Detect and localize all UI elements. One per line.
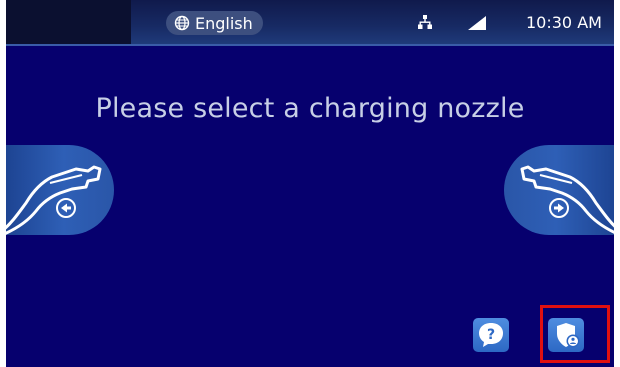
cellular-signal-icon: [468, 15, 486, 34]
status-bar: English 10:30 AM: [6, 0, 614, 46]
arrow-right-circle-icon: [549, 198, 569, 218]
admin-button[interactable]: [548, 318, 584, 352]
network-icon: [418, 14, 432, 33]
arrow-left-circle-icon: [56, 198, 76, 218]
question-icon: ?: [479, 323, 503, 347]
clock: 10:30 AM: [526, 13, 602, 32]
shield-user-icon: [557, 323, 580, 348]
charger-screen: English 10:30 AM Please select a chargin…: [6, 0, 614, 367]
charging-nozzle-icon: [520, 165, 614, 234]
page-title: Please select a charging nozzle: [95, 93, 525, 124]
globe-icon: [174, 15, 190, 31]
status-bar-dark-area: [6, 0, 131, 44]
language-label: English: [195, 13, 253, 33]
help-button[interactable]: ?: [473, 318, 509, 352]
language-selector[interactable]: English: [166, 11, 263, 35]
svg-text:?: ?: [487, 327, 495, 343]
nozzle-left-button[interactable]: [6, 145, 114, 235]
nozzle-right-button[interactable]: [504, 145, 614, 235]
charging-nozzle-icon: [6, 165, 102, 235]
